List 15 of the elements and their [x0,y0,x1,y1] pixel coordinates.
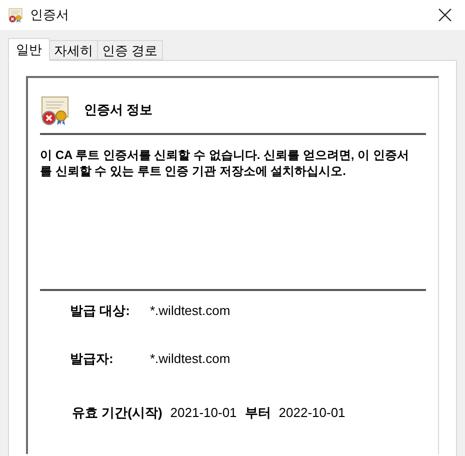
field-label: 발급자: [70,350,114,368]
separator-label: 부터 [244,404,271,422]
end-date: 2022-10-01 [278,404,346,422]
start-date: 2021-10-01 [170,404,237,422]
field-value: *.wildtest.com [150,350,230,368]
tab[interactable]: 일반 [8,38,50,61]
validity-label: 유효 기간(시작) [72,404,162,422]
field-value: *.wildtest.com [150,302,230,320]
tab[interactable]: 인증 경로 [98,40,163,60]
tab[interactable]: 자세히 [50,40,98,60]
heading: 인증서 정보 [84,101,153,120]
field-label: 발급 대상: [70,302,131,320]
message-text: 이 CA 루트 인증서를 신뢰할 수 없습니다. 신뢰를 얻으려면, 이 인증서를 신뢰할 수 있는 루트 인증 기관 저장소에 설치하십시오. [40,147,410,179]
close-icon [438,8,452,22]
window-title: 인증서 [30,6,69,24]
